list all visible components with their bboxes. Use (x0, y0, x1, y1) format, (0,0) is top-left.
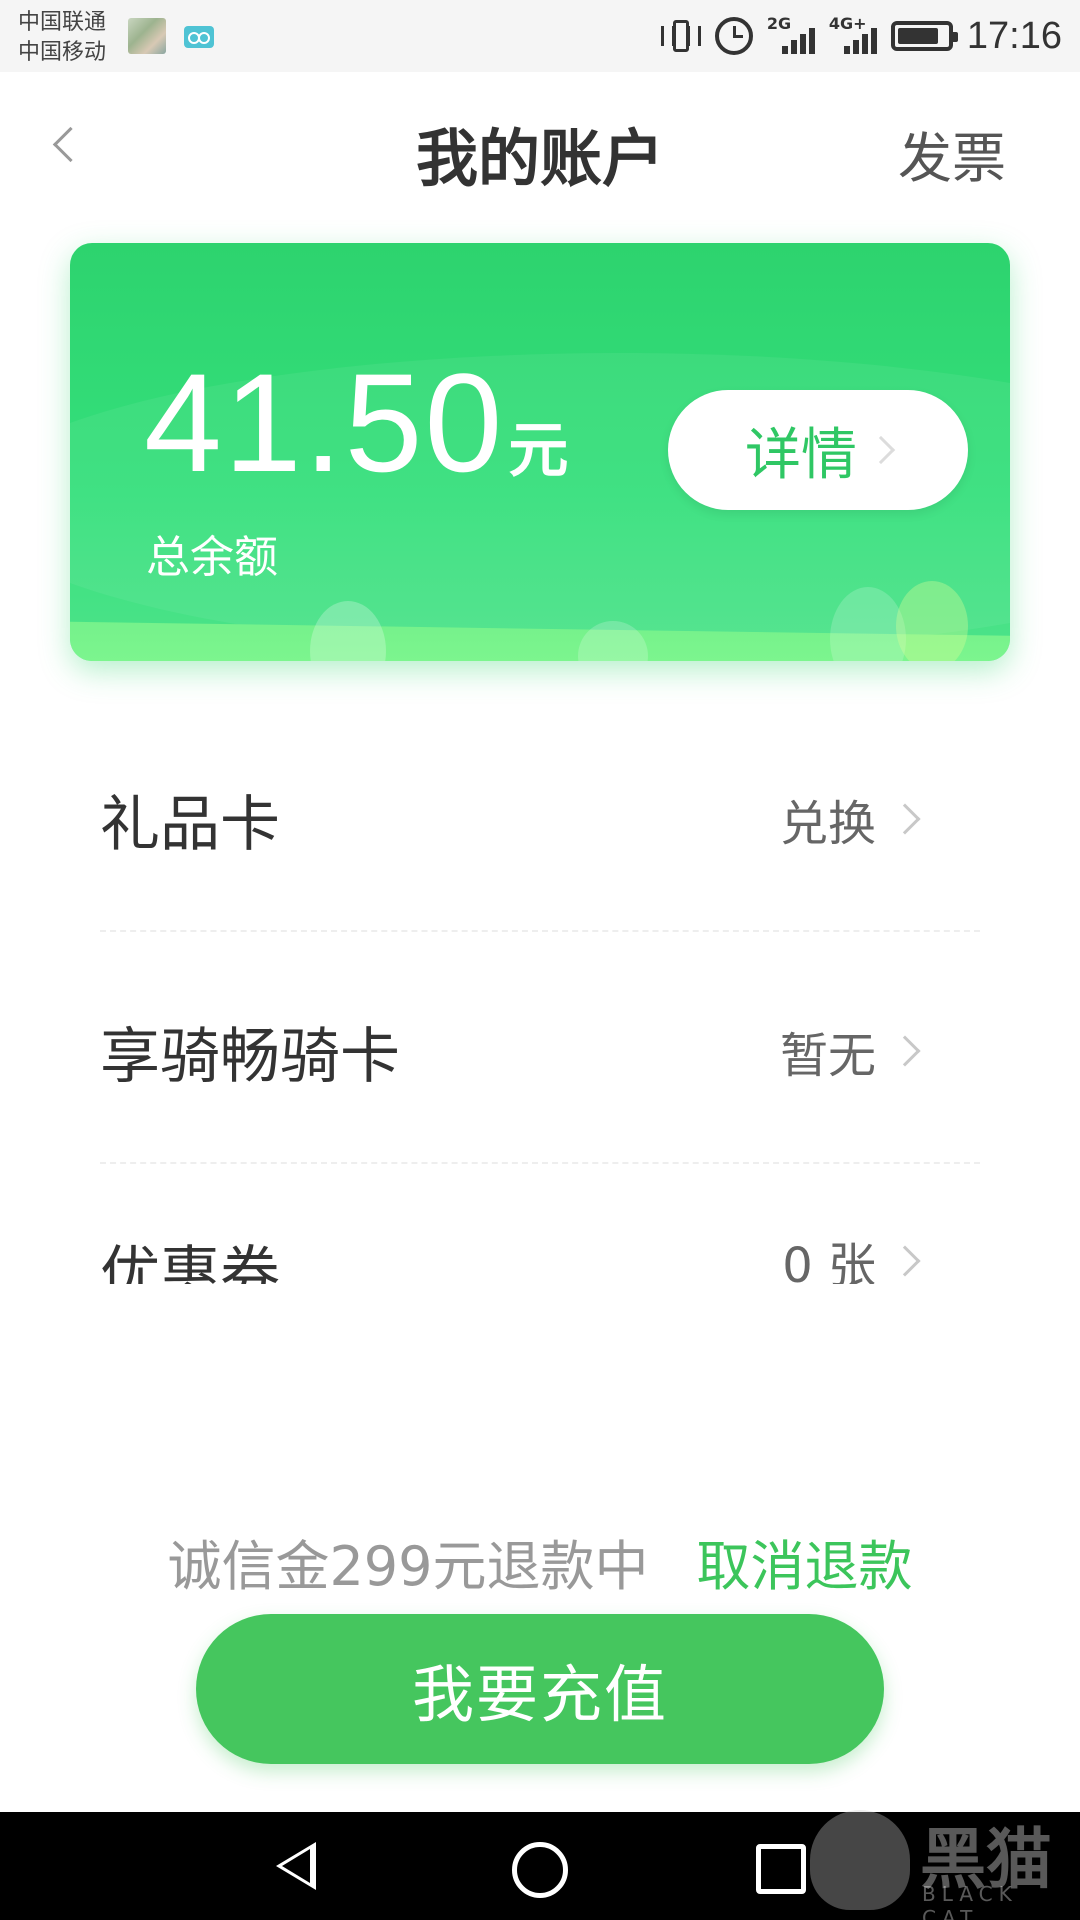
balance-card: 41.50元 总余额 详情 (70, 243, 1010, 661)
list-item-gift-card[interactable]: 礼品卡 兑换 (100, 700, 980, 932)
watermark-subtext: BLACK CAT (922, 1882, 1018, 1920)
carrier-1: 中国联通 (18, 10, 107, 35)
signal-icon: 4G+ (829, 14, 877, 58)
nav-recent-apps-icon[interactable] (756, 1844, 806, 1894)
nav-home-icon[interactable] (512, 1842, 568, 1898)
status-bar: 中国联通 中国移动 2G 4G+ 17:16 (0, 0, 1080, 72)
chevron-right-icon (889, 1035, 921, 1067)
details-button[interactable]: 详情 (668, 390, 968, 510)
gallery-thumbnail-icon (128, 18, 166, 54)
chevron-right-icon (889, 1245, 921, 1277)
balance-value: 41.50 (144, 344, 505, 501)
cat-logo-icon (810, 1810, 910, 1910)
clock: 17:16 (966, 14, 1062, 57)
balance-amount: 41.50元 (144, 353, 568, 493)
voicemail-icon (184, 26, 214, 48)
list-item-value: 0 张 (782, 1238, 876, 1284)
chevron-right-icon (866, 435, 896, 465)
list-item-value: 暂无 (779, 1028, 876, 1084)
invoice-button[interactable]: 发票 (898, 114, 1006, 193)
balance-unit: 元 (508, 416, 569, 486)
card-decoration (896, 581, 968, 661)
account-list: 礼品卡 兑换 享骑畅骑卡 暂无 优惠券 0 张 (100, 700, 980, 1284)
cancel-refund-link[interactable]: 取消退款 (697, 1535, 913, 1598)
status-icons: 2G 4G+ 17:16 (660, 0, 1062, 72)
header: 我的账户 发票 (0, 72, 1080, 222)
list-item-label: 礼品卡 (100, 790, 280, 860)
list-item-label: 享骑畅骑卡 (100, 1022, 400, 1092)
chevron-right-icon (889, 803, 921, 835)
alarm-icon (714, 17, 753, 55)
list-item-riding-card[interactable]: 享骑畅骑卡 暂无 (100, 932, 980, 1164)
refund-status-text: 诚信金299元退款中 (167, 1535, 649, 1598)
recharge-button[interactable]: 我要充值 (196, 1614, 884, 1764)
list-item-action: 0 张 (782, 1226, 921, 1284)
list-item-action: 暂无 (779, 1016, 921, 1086)
list-item-value: 兑换 (779, 796, 876, 852)
vibrate-icon (660, 16, 701, 56)
list-item-label: 优惠券 (100, 1240, 280, 1284)
list-item-coupons[interactable]: 优惠券 0 张 (100, 1164, 980, 1284)
carrier-info: 中国联通 中国移动 (18, 8, 106, 68)
watermark: 黑猫 BLACK CAT (810, 1800, 1080, 1920)
balance-label: 总余额 (146, 532, 278, 583)
nav-back-icon[interactable] (276, 1842, 316, 1890)
list-item-action: 兑换 (779, 784, 921, 854)
details-button-label: 详情 (745, 422, 857, 488)
battery-icon (890, 21, 958, 51)
refund-status: 诚信金299元退款中 取消退款 (0, 1522, 1080, 1601)
carrier-2: 中国移动 (18, 40, 107, 65)
signal-icon: 2G (767, 14, 815, 58)
